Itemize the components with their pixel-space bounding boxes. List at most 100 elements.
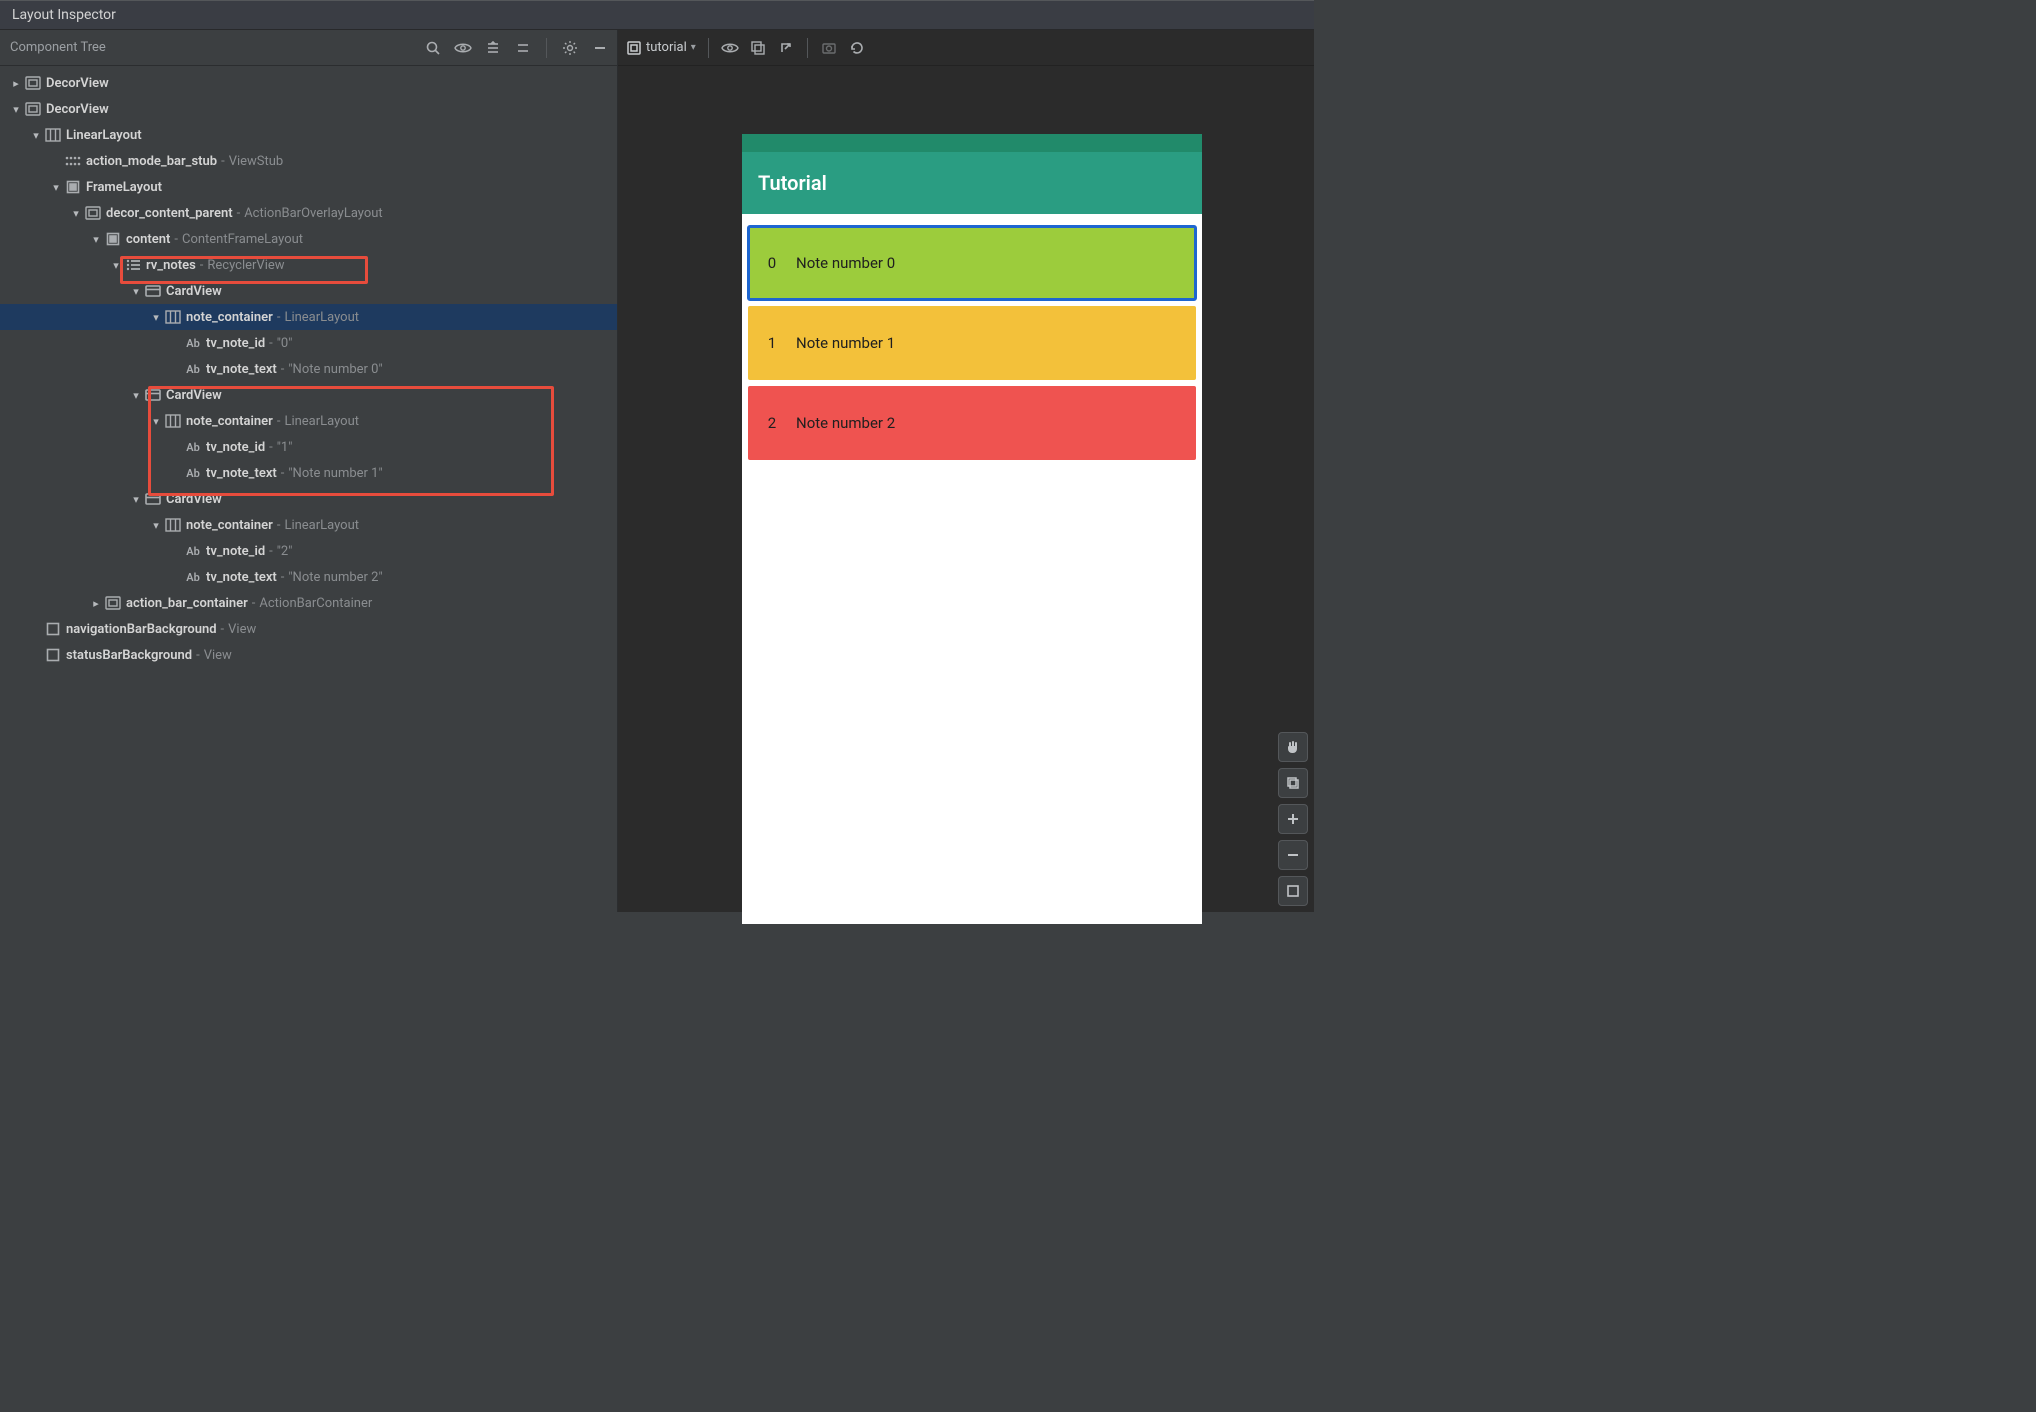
node-value: "Note number 0": [288, 362, 382, 377]
notes-list: 0Note number 01Note number 12Note number…: [742, 214, 1202, 472]
text-icon: Ab: [184, 467, 202, 480]
component-tree-label: Component Tree: [10, 40, 106, 55]
node-value: "0": [277, 336, 293, 351]
node-name: tv_note_text: [206, 466, 277, 481]
text-icon: Ab: [184, 571, 202, 584]
node-name: tv_note_id: [206, 336, 265, 351]
zoom-in-button[interactable]: [1278, 804, 1308, 834]
note-card[interactable]: 1Note number 1: [748, 306, 1196, 380]
zoom-fit-button[interactable]: [1278, 876, 1308, 906]
expand-all-icon[interactable]: [484, 39, 502, 57]
tree-row[interactable]: statusBarBackground - View: [0, 642, 617, 668]
node-name: note_container: [186, 518, 273, 533]
tree-row[interactable]: Abtv_note_id - "2": [0, 538, 617, 564]
tree-row[interactable]: ▸action_bar_container - ActionBarContain…: [0, 590, 617, 616]
tree-row[interactable]: Abtv_note_id - "1": [0, 434, 617, 460]
chevron-down-icon[interactable]: ▾: [148, 311, 164, 324]
chevron-down-icon[interactable]: ▾: [108, 259, 124, 272]
node-type: LinearLayout: [284, 518, 359, 533]
node-name: tv_note_id: [206, 440, 265, 455]
tree-row[interactable]: Abtv_note_text - "Note number 2": [0, 564, 617, 590]
zoom-out-button[interactable]: [1278, 840, 1308, 870]
linear-icon: [164, 310, 182, 324]
stub-icon: [64, 156, 82, 166]
note-id: 2: [748, 414, 796, 432]
text-icon: Ab: [184, 363, 202, 376]
node-value: "Note number 1": [288, 466, 382, 481]
box-icon: [44, 622, 62, 636]
chevron-right-icon[interactable]: ▸: [88, 597, 104, 610]
tree-row[interactable]: ▾decor_content_parent - ActionBarOverlay…: [0, 200, 617, 226]
note-card[interactable]: 2Note number 2: [748, 386, 1196, 460]
tree-row[interactable]: Abtv_note_id - "0": [0, 330, 617, 356]
tree-row[interactable]: Abtv_note_text - "Note number 0": [0, 356, 617, 382]
tree-row[interactable]: ▸DecorView: [0, 70, 617, 96]
preview-canvas[interactable]: Tutorial 0Note number 01Note number 12No…: [618, 66, 1314, 912]
node-type: RecyclerView: [207, 258, 284, 273]
tree-row[interactable]: ▾note_container - LinearLayout: [0, 512, 617, 538]
tree-row[interactable]: ▾FrameLayout: [0, 174, 617, 200]
search-icon[interactable]: [424, 39, 442, 57]
note-text: Note number 0: [796, 254, 895, 272]
list-icon: [124, 258, 142, 272]
chevron-down-icon[interactable]: ▾: [28, 129, 44, 142]
linear-icon: [164, 414, 182, 428]
collapse-all-icon[interactable]: [514, 39, 532, 57]
tree-row[interactable]: ▾CardView: [0, 382, 617, 408]
tree-row[interactable]: navigationBarBackground - View: [0, 616, 617, 642]
component-tree[interactable]: ▸DecorView▾DecorView▾LinearLayoutaction_…: [0, 66, 617, 912]
gear-icon[interactable]: [561, 39, 579, 57]
chevron-right-icon[interactable]: ▸: [8, 77, 24, 90]
chevron-down-icon[interactable]: ▾: [48, 181, 64, 194]
tree-row[interactable]: ▾CardView: [0, 486, 617, 512]
node-type: View: [228, 622, 256, 637]
chevron-down-icon[interactable]: ▾: [128, 285, 144, 298]
node-name: tv_note_text: [206, 570, 277, 585]
device-selector[interactable]: tutorial ▾: [626, 40, 696, 56]
panel-title: Layout Inspector: [0, 0, 1314, 30]
export-icon[interactable]: [777, 39, 795, 57]
node-name: tv_note_id: [206, 544, 265, 559]
note-id: 1: [748, 334, 796, 352]
snapshot-icon[interactable]: [820, 39, 838, 57]
card-icon: [144, 389, 162, 401]
tree-row[interactable]: ▾note_container - LinearLayout: [0, 304, 617, 330]
node-name: rv_notes: [146, 258, 196, 273]
tree-row[interactable]: Abtv_note_text - "Note number 1": [0, 460, 617, 486]
chevron-down-icon[interactable]: ▾: [128, 389, 144, 402]
node-name: tv_note_text: [206, 362, 277, 377]
tree-row[interactable]: ▾content - ContentFrameLayout: [0, 226, 617, 252]
chevron-down-icon[interactable]: ▾: [8, 103, 24, 116]
eye-icon[interactable]: [454, 39, 472, 57]
view-icon: [24, 102, 42, 116]
chevron-down-icon[interactable]: ▾: [148, 415, 164, 428]
overlay-icon[interactable]: [749, 39, 767, 57]
tree-row[interactable]: ▾rv_notes - RecyclerView: [0, 252, 617, 278]
layers-button[interactable]: [1278, 768, 1308, 798]
text-icon: Ab: [184, 545, 202, 558]
refresh-icon[interactable]: [848, 39, 866, 57]
chevron-down-icon[interactable]: ▾: [128, 493, 144, 506]
node-name: content: [126, 232, 170, 247]
node-name: statusBarBackground: [66, 648, 192, 663]
node-name: DecorView: [46, 102, 109, 117]
view-icon: [84, 206, 102, 220]
chevron-down-icon[interactable]: ▾: [148, 519, 164, 532]
node-name: action_bar_container: [126, 596, 248, 611]
node-type: ActionBarOverlayLayout: [244, 206, 382, 221]
pan-tool-button[interactable]: [1278, 732, 1308, 762]
tree-row[interactable]: ▾LinearLayout: [0, 122, 617, 148]
note-card[interactable]: 0Note number 0: [748, 226, 1196, 300]
chevron-down-icon[interactable]: ▾: [68, 207, 84, 220]
app-bar: Tutorial: [742, 152, 1202, 214]
eye-icon[interactable]: [721, 39, 739, 57]
node-name: navigationBarBackground: [66, 622, 217, 637]
card-icon: [144, 285, 162, 297]
minimize-icon[interactable]: [591, 39, 609, 57]
chevron-down-icon[interactable]: ▾: [88, 233, 104, 246]
note-id: 0: [748, 254, 796, 272]
tree-row[interactable]: action_mode_bar_stub - ViewStub: [0, 148, 617, 174]
tree-row[interactable]: ▾ DecorView: [0, 96, 617, 122]
tree-row[interactable]: ▾CardView: [0, 278, 617, 304]
tree-row[interactable]: ▾note_container - LinearLayout: [0, 408, 617, 434]
